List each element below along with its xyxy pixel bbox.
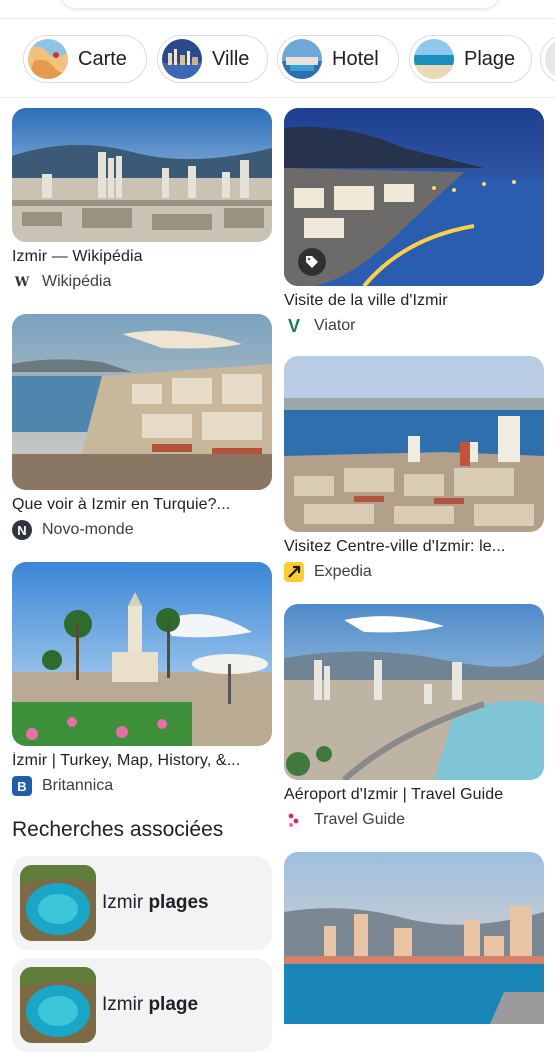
result-card[interactable]: Que voir à Izmir en Turquie?... N Novo-m… xyxy=(12,314,272,540)
result-title[interactable]: Izmir — Wikipédia xyxy=(12,248,272,266)
chip-hotel[interactable]: Hotel xyxy=(277,35,399,83)
search-bar-edge xyxy=(0,0,555,19)
source-name: Britannica xyxy=(42,777,114,794)
chip-ville[interactable]: Ville xyxy=(157,35,268,83)
novo-monde-icon: N xyxy=(12,520,32,540)
result-image[interactable] xyxy=(284,604,544,780)
result-card[interactable]: İzmir | Turkey, Map, History, &... B Bri… xyxy=(12,562,272,796)
related-search-item[interactable]: Izmir plage xyxy=(12,958,272,1052)
more-thumbnail-icon xyxy=(545,39,555,79)
chip-label: Plage xyxy=(464,47,516,70)
chip-label: Carte xyxy=(78,47,127,70)
result-image[interactable] xyxy=(284,108,544,286)
beach-thumbnail-icon xyxy=(414,39,454,79)
source-name: Novo-monde xyxy=(42,521,134,538)
result-card[interactable]: Visitez Centre-ville d'Izmir: le... Expe… xyxy=(284,356,544,582)
result-source[interactable]: Travel Guide xyxy=(284,810,544,830)
result-title[interactable]: Visite de la ville d'Izmir xyxy=(284,292,544,310)
map-thumbnail-icon xyxy=(28,39,68,79)
hotel-thumbnail-icon xyxy=(282,39,322,79)
chip-plage[interactable]: Plage xyxy=(409,35,532,83)
related-thumbnail xyxy=(20,865,96,941)
source-name: Wikipédia xyxy=(42,273,112,290)
related-search-item[interactable]: Izmir plages xyxy=(12,856,272,950)
result-source[interactable]: N Novo-monde xyxy=(12,520,272,540)
source-name: Expedia xyxy=(314,563,372,580)
chip-label: Hotel xyxy=(332,47,379,70)
divider xyxy=(0,97,555,98)
result-card[interactable]: Aéroport d'Izmir | Travel Guide Travel G… xyxy=(284,604,544,830)
related-search-text: Izmir plages xyxy=(102,892,209,913)
result-image[interactable] xyxy=(284,356,544,532)
related-thumbnail xyxy=(20,967,96,1043)
city-thumbnail-icon xyxy=(162,39,202,79)
travel-guide-icon xyxy=(284,810,304,830)
result-title[interactable]: Aéroport d'Izmir | Travel Guide xyxy=(284,786,544,804)
source-name: Travel Guide xyxy=(314,811,405,828)
expedia-icon xyxy=(284,562,304,582)
result-title[interactable]: Que voir à Izmir en Turquie?... xyxy=(12,496,272,514)
related-search-text: Izmir plage xyxy=(102,994,199,1015)
result-title[interactable]: İzmir | Turkey, Map, History, &... xyxy=(12,752,272,770)
britannica-icon: B xyxy=(12,776,32,796)
viator-icon: V xyxy=(287,315,300,336)
result-source[interactable]: B Britannica xyxy=(12,776,272,796)
result-image[interactable] xyxy=(284,852,544,1024)
result-image[interactable] xyxy=(12,108,272,242)
source-name: Viator xyxy=(314,317,356,334)
result-source[interactable]: Expedia xyxy=(284,562,544,582)
wikipedia-icon: W xyxy=(14,274,30,290)
related-searches-heading: Recherches associées xyxy=(12,818,224,841)
tag-icon[interactable] xyxy=(298,248,326,276)
chip-label: Ville xyxy=(212,47,250,70)
result-source[interactable]: W Wikipédia xyxy=(12,272,272,292)
result-card[interactable]: Visite de la ville d'Izmir V Viator xyxy=(284,108,544,336)
filter-chips: Carte Ville Hotel Plage xyxy=(0,30,555,92)
result-image[interactable] xyxy=(12,314,272,490)
chip-more[interactable] xyxy=(540,35,555,83)
result-card[interactable] xyxy=(284,852,544,1024)
result-card[interactable]: Izmir — Wikipédia W Wikipédia xyxy=(12,108,272,292)
search-bar[interactable] xyxy=(60,0,500,8)
result-title[interactable]: Visitez Centre-ville d'Izmir: le... xyxy=(284,538,544,556)
result-image[interactable] xyxy=(12,562,272,746)
chip-carte[interactable]: Carte xyxy=(23,35,147,83)
result-source[interactable]: V Viator xyxy=(284,316,544,336)
